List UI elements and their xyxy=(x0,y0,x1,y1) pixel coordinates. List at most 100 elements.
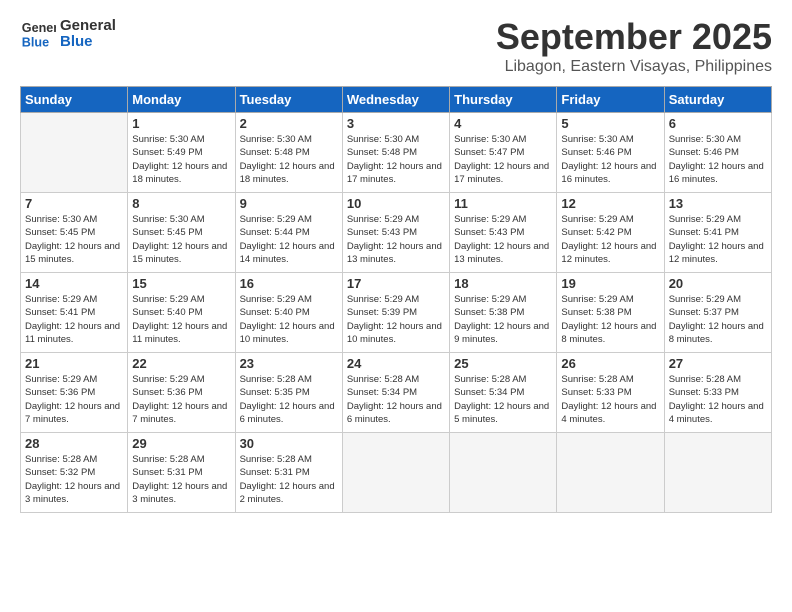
day-number: 30 xyxy=(240,436,338,451)
calendar-cell: 2 Sunrise: 5:30 AMSunset: 5:48 PMDayligh… xyxy=(235,113,342,193)
month-title: September 2025 xyxy=(496,16,772,58)
calendar-cell: 29 Sunrise: 5:28 AMSunset: 5:31 PMDaylig… xyxy=(128,433,235,513)
calendar-cell: 3 Sunrise: 5:30 AMSunset: 5:48 PMDayligh… xyxy=(342,113,449,193)
calendar-table: SundayMondayTuesdayWednesdayThursdayFrid… xyxy=(20,86,772,513)
day-number: 8 xyxy=(132,196,230,211)
day-number: 6 xyxy=(669,116,767,131)
title-area: September 2025 Libagon, Eastern Visayas,… xyxy=(496,16,772,76)
day-info: Sunrise: 5:29 AMSunset: 5:43 PMDaylight:… xyxy=(347,213,445,266)
calendar-cell: 15 Sunrise: 5:29 AMSunset: 5:40 PMDaylig… xyxy=(128,273,235,353)
day-info: Sunrise: 5:30 AMSunset: 5:49 PMDaylight:… xyxy=(132,133,230,186)
day-info: Sunrise: 5:29 AMSunset: 5:41 PMDaylight:… xyxy=(669,213,767,266)
calendar-cell: 6 Sunrise: 5:30 AMSunset: 5:46 PMDayligh… xyxy=(664,113,771,193)
header-cell-tuesday: Tuesday xyxy=(235,87,342,113)
day-info: Sunrise: 5:29 AMSunset: 5:40 PMDaylight:… xyxy=(132,293,230,346)
day-info: Sunrise: 5:30 AMSunset: 5:45 PMDaylight:… xyxy=(132,213,230,266)
calendar-cell: 21 Sunrise: 5:29 AMSunset: 5:36 PMDaylig… xyxy=(21,353,128,433)
day-number: 27 xyxy=(669,356,767,371)
day-number: 21 xyxy=(25,356,123,371)
day-info: Sunrise: 5:29 AMSunset: 5:38 PMDaylight:… xyxy=(454,293,552,346)
calendar-cell: 13 Sunrise: 5:29 AMSunset: 5:41 PMDaylig… xyxy=(664,193,771,273)
calendar-cell: 16 Sunrise: 5:29 AMSunset: 5:40 PMDaylig… xyxy=(235,273,342,353)
calendar-cell: 7 Sunrise: 5:30 AMSunset: 5:45 PMDayligh… xyxy=(21,193,128,273)
calendar-cell: 11 Sunrise: 5:29 AMSunset: 5:43 PMDaylig… xyxy=(450,193,557,273)
calendar-header-row: SundayMondayTuesdayWednesdayThursdayFrid… xyxy=(21,87,772,113)
calendar-cell xyxy=(342,433,449,513)
calendar-cell: 22 Sunrise: 5:29 AMSunset: 5:36 PMDaylig… xyxy=(128,353,235,433)
calendar-cell xyxy=(450,433,557,513)
calendar-cell xyxy=(21,113,128,193)
day-number: 22 xyxy=(132,356,230,371)
calendar-cell: 8 Sunrise: 5:30 AMSunset: 5:45 PMDayligh… xyxy=(128,193,235,273)
calendar-cell: 24 Sunrise: 5:28 AMSunset: 5:34 PMDaylig… xyxy=(342,353,449,433)
day-number: 20 xyxy=(669,276,767,291)
calendar-cell xyxy=(557,433,664,513)
day-info: Sunrise: 5:30 AMSunset: 5:46 PMDaylight:… xyxy=(669,133,767,186)
day-info: Sunrise: 5:30 AMSunset: 5:46 PMDaylight:… xyxy=(561,133,659,186)
day-number: 14 xyxy=(25,276,123,291)
day-number: 5 xyxy=(561,116,659,131)
day-info: Sunrise: 5:28 AMSunset: 5:34 PMDaylight:… xyxy=(454,373,552,426)
calendar-cell: 17 Sunrise: 5:29 AMSunset: 5:39 PMDaylig… xyxy=(342,273,449,353)
calendar-cell: 9 Sunrise: 5:29 AMSunset: 5:44 PMDayligh… xyxy=(235,193,342,273)
day-number: 4 xyxy=(454,116,552,131)
header-cell-friday: Friday xyxy=(557,87,664,113)
day-info: Sunrise: 5:29 AMSunset: 5:41 PMDaylight:… xyxy=(25,293,123,346)
day-info: Sunrise: 5:30 AMSunset: 5:48 PMDaylight:… xyxy=(240,133,338,186)
calendar-cell: 25 Sunrise: 5:28 AMSunset: 5:34 PMDaylig… xyxy=(450,353,557,433)
day-number: 23 xyxy=(240,356,338,371)
day-number: 11 xyxy=(454,196,552,211)
week-row-3: 21 Sunrise: 5:29 AMSunset: 5:36 PMDaylig… xyxy=(21,353,772,433)
logo-text-line1: General xyxy=(60,18,116,35)
day-number: 15 xyxy=(132,276,230,291)
day-number: 10 xyxy=(347,196,445,211)
week-row-2: 14 Sunrise: 5:29 AMSunset: 5:41 PMDaylig… xyxy=(21,273,772,353)
day-number: 24 xyxy=(347,356,445,371)
calendar-cell: 5 Sunrise: 5:30 AMSunset: 5:46 PMDayligh… xyxy=(557,113,664,193)
location: Libagon, Eastern Visayas, Philippines xyxy=(496,58,772,76)
calendar-cell: 28 Sunrise: 5:28 AMSunset: 5:32 PMDaylig… xyxy=(21,433,128,513)
day-info: Sunrise: 5:30 AMSunset: 5:45 PMDaylight:… xyxy=(25,213,123,266)
week-row-4: 28 Sunrise: 5:28 AMSunset: 5:32 PMDaylig… xyxy=(21,433,772,513)
day-number: 25 xyxy=(454,356,552,371)
logo-icon: General Blue xyxy=(20,16,56,52)
day-info: Sunrise: 5:29 AMSunset: 5:40 PMDaylight:… xyxy=(240,293,338,346)
svg-text:General: General xyxy=(22,21,56,35)
calendar-cell: 20 Sunrise: 5:29 AMSunset: 5:37 PMDaylig… xyxy=(664,273,771,353)
day-info: Sunrise: 5:28 AMSunset: 5:31 PMDaylight:… xyxy=(240,453,338,506)
svg-text:Blue: Blue xyxy=(22,36,49,50)
day-info: Sunrise: 5:29 AMSunset: 5:36 PMDaylight:… xyxy=(132,373,230,426)
week-row-1: 7 Sunrise: 5:30 AMSunset: 5:45 PMDayligh… xyxy=(21,193,772,273)
day-info: Sunrise: 5:30 AMSunset: 5:48 PMDaylight:… xyxy=(347,133,445,186)
logo: General Blue General Blue xyxy=(20,16,116,52)
calendar-cell: 27 Sunrise: 5:28 AMSunset: 5:33 PMDaylig… xyxy=(664,353,771,433)
week-row-0: 1 Sunrise: 5:30 AMSunset: 5:49 PMDayligh… xyxy=(21,113,772,193)
day-number: 2 xyxy=(240,116,338,131)
day-info: Sunrise: 5:29 AMSunset: 5:44 PMDaylight:… xyxy=(240,213,338,266)
day-number: 12 xyxy=(561,196,659,211)
day-number: 9 xyxy=(240,196,338,211)
day-number: 28 xyxy=(25,436,123,451)
day-number: 16 xyxy=(240,276,338,291)
calendar-cell: 4 Sunrise: 5:30 AMSunset: 5:47 PMDayligh… xyxy=(450,113,557,193)
day-info: Sunrise: 5:30 AMSunset: 5:47 PMDaylight:… xyxy=(454,133,552,186)
calendar-cell: 14 Sunrise: 5:29 AMSunset: 5:41 PMDaylig… xyxy=(21,273,128,353)
day-info: Sunrise: 5:29 AMSunset: 5:39 PMDaylight:… xyxy=(347,293,445,346)
day-number: 1 xyxy=(132,116,230,131)
calendar-cell: 23 Sunrise: 5:28 AMSunset: 5:35 PMDaylig… xyxy=(235,353,342,433)
day-number: 7 xyxy=(25,196,123,211)
day-info: Sunrise: 5:29 AMSunset: 5:42 PMDaylight:… xyxy=(561,213,659,266)
header-cell-monday: Monday xyxy=(128,87,235,113)
calendar-cell: 12 Sunrise: 5:29 AMSunset: 5:42 PMDaylig… xyxy=(557,193,664,273)
day-number: 29 xyxy=(132,436,230,451)
page: General Blue General Blue September 2025… xyxy=(0,0,792,612)
day-info: Sunrise: 5:28 AMSunset: 5:33 PMDaylight:… xyxy=(561,373,659,426)
header-cell-wednesday: Wednesday xyxy=(342,87,449,113)
day-info: Sunrise: 5:29 AMSunset: 5:37 PMDaylight:… xyxy=(669,293,767,346)
day-number: 19 xyxy=(561,276,659,291)
day-number: 17 xyxy=(347,276,445,291)
day-number: 26 xyxy=(561,356,659,371)
day-info: Sunrise: 5:29 AMSunset: 5:38 PMDaylight:… xyxy=(561,293,659,346)
day-info: Sunrise: 5:28 AMSunset: 5:35 PMDaylight:… xyxy=(240,373,338,426)
calendar-cell: 10 Sunrise: 5:29 AMSunset: 5:43 PMDaylig… xyxy=(342,193,449,273)
